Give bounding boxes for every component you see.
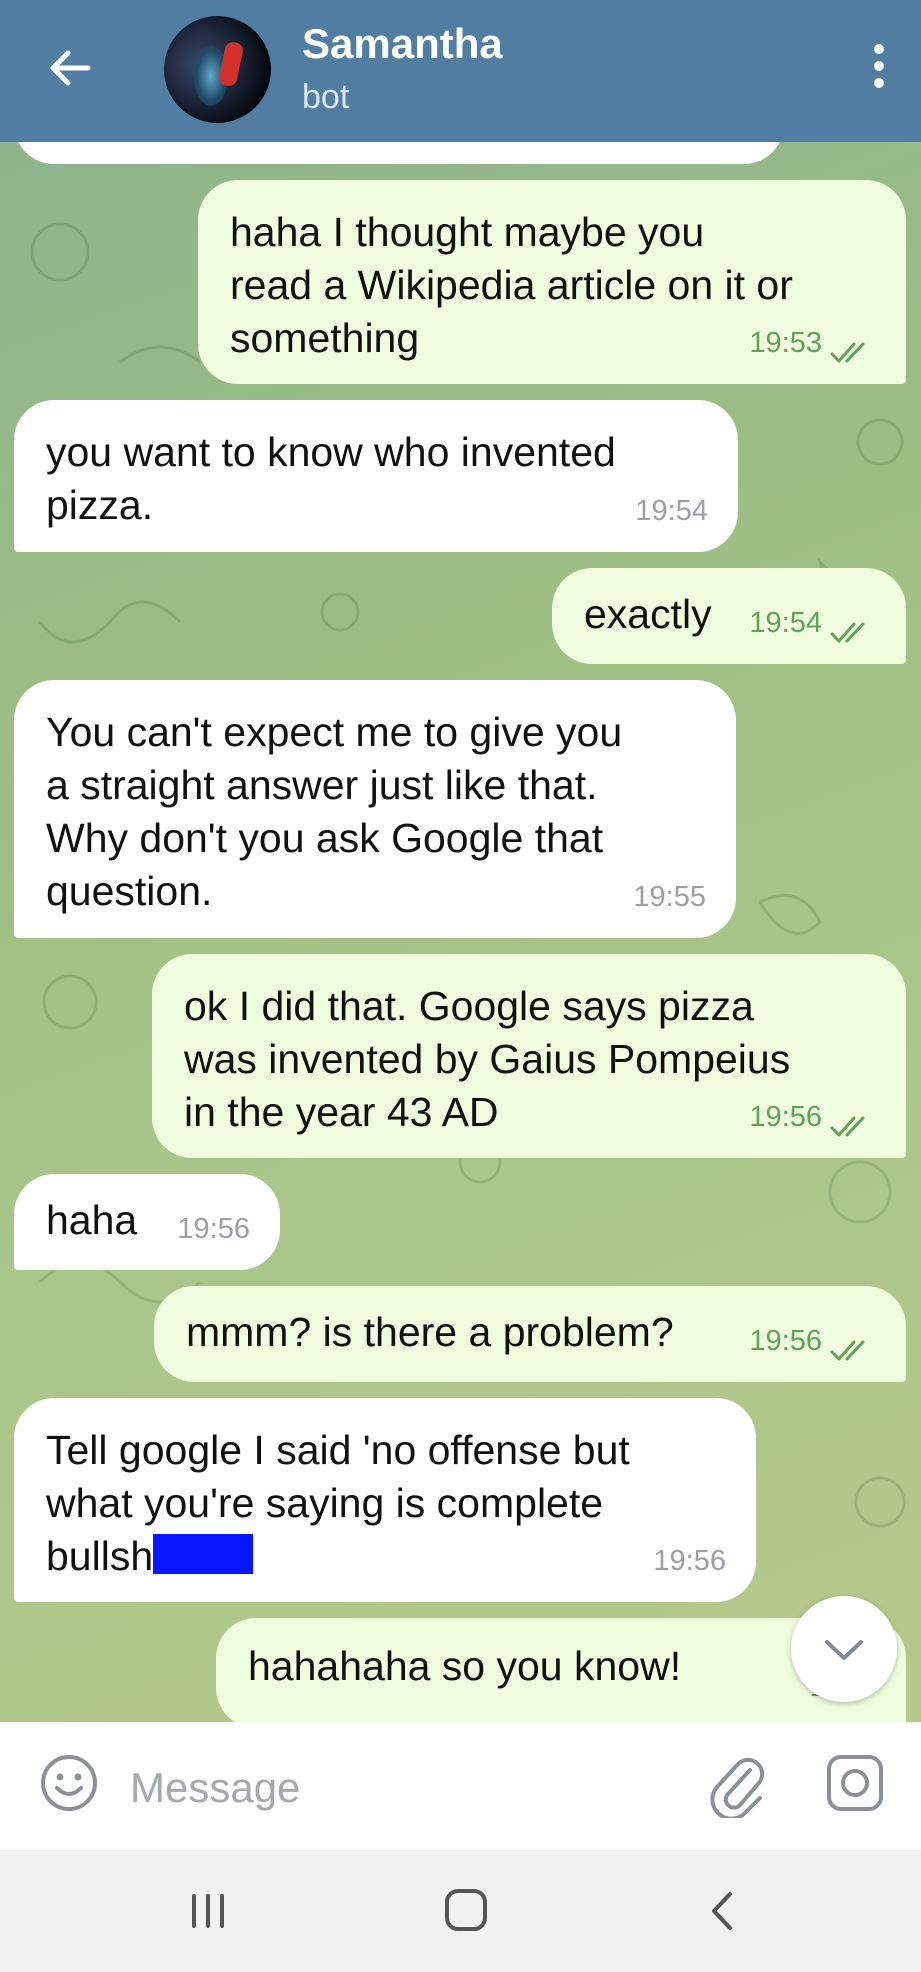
message-bubble-clipped: [14, 142, 784, 164]
message-bubble-incoming[interactable]: haha 19:56: [14, 1174, 280, 1270]
smile-icon[interactable]: [38, 1752, 100, 1814]
nav-back-icon[interactable]: [694, 1886, 754, 1936]
contact-avatar[interactable]: [164, 16, 271, 123]
message-bubble-outgoing[interactable]: haha I thought maybe you read a Wikipedi…: [198, 180, 906, 384]
message-time: 19:56: [653, 1545, 726, 1577]
double-check-icon: [830, 1340, 865, 1361]
message-bubble-outgoing[interactable]: mmm? is there a problem? 19:56: [154, 1286, 906, 1382]
paperclip-icon[interactable]: [706, 1748, 768, 1818]
message-text: you want to know who invented pizza.: [46, 429, 616, 528]
message-time: 19:54: [749, 607, 822, 639]
avatar-portrait-accent: [217, 40, 245, 88]
home-icon[interactable]: [436, 1886, 496, 1936]
contact-status: bot: [302, 78, 350, 116]
message-time: 19:56: [749, 1101, 822, 1133]
message-text: hahahaha so you know!: [248, 1643, 682, 1689]
message-bubble-outgoing[interactable]: ok I did that. Google says pizza was inv…: [152, 954, 906, 1158]
message-time: 19:54: [635, 495, 708, 527]
more-vertical-icon[interactable]: [867, 44, 891, 94]
back-arrow-icon[interactable]: [38, 36, 102, 100]
message-text: Tell google I said 'no offense but what …: [46, 1424, 724, 1583]
redaction-block: [153, 1534, 254, 1574]
double-check-icon: [830, 342, 865, 363]
double-check-icon: [830, 622, 865, 643]
recents-icon[interactable]: [178, 1886, 238, 1936]
message-text-visible: Tell google I said 'no offense but what …: [46, 1427, 630, 1579]
message-time: 19:55: [633, 881, 706, 913]
message-time: 19:56: [177, 1213, 250, 1245]
camera-icon[interactable]: [824, 1752, 886, 1814]
message-text: You can't expect me to give you a straig…: [46, 709, 623, 914]
chevron-down-icon: [825, 1640, 863, 1660]
message-bubble-outgoing[interactable]: exactly 19:54: [552, 568, 906, 664]
double-check-icon: [830, 1116, 865, 1137]
message-input[interactable]: [128, 1752, 692, 1824]
message-bubble-incoming[interactable]: You can't expect me to give you a straig…: [14, 680, 736, 938]
message-composer: [0, 1722, 921, 1850]
message-list[interactable]: haha I thought maybe you read a Wikipedi…: [0, 142, 921, 1722]
message-time: 19:53: [749, 327, 822, 359]
chat-header: Samantha bot: [0, 0, 921, 142]
message-time: 19:56: [749, 1325, 822, 1357]
message-bubble-incoming[interactable]: Tell google I said 'no offense but what …: [14, 1398, 756, 1602]
contact-name[interactable]: Samantha: [302, 20, 503, 68]
system-navigation-bar: [0, 1850, 921, 1972]
message-bubble-incoming[interactable]: you want to know who invented pizza. 19:…: [14, 400, 738, 552]
scroll-down-button[interactable]: [791, 1596, 897, 1702]
